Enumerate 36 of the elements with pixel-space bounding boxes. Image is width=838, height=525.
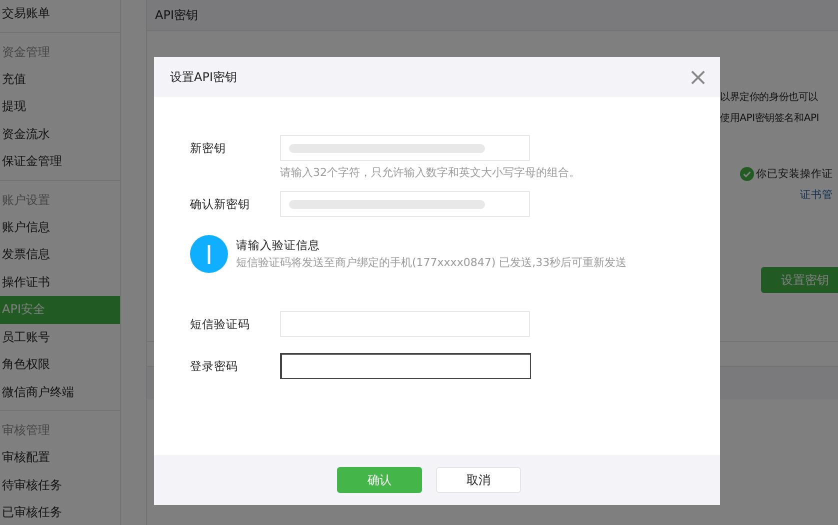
info-icon [190, 235, 228, 273]
field-label: 登录密码 [190, 358, 239, 375]
description-text: 以界定你的身份也可以 [720, 90, 820, 105]
notice-text: 短信验证码将发送至商户绑定的手机(177xxxx0847) 已发送,33秒后可重新发送 [236, 255, 627, 271]
dialog-title: 设置API密钥 [170, 68, 237, 86]
check-icon [740, 167, 754, 181]
field-label: 新密钥 [190, 140, 227, 157]
input-field[interactable] [280, 353, 531, 379]
sidebar-item[interactable]: 待审核任务 [0, 472, 120, 499]
notice-title: 请输入验证信息 [236, 237, 321, 254]
close-button[interactable]: × [688, 65, 708, 89]
section-title: 账户设置 [1, 192, 51, 208]
panel-title: API密钥 [155, 6, 198, 24]
sidebar-item[interactable]: 保证金管理 [0, 148, 120, 176]
sidebar-item[interactable]: 角色权限 [0, 351, 120, 378]
sidebar-item[interactable]: 微信商户终端 [0, 378, 120, 406]
sidebar-item[interactable]: 提现 [0, 93, 120, 120]
confirm-button[interactable]: 确认 [337, 467, 422, 493]
sidebar-item[interactable]: 交易账单 [0, 0, 120, 28]
sidebar-item[interactable]: 操作证书 [0, 268, 120, 296]
sidebar-item[interactable]: 资金流水 [0, 120, 120, 148]
sidebar-item[interactable]: 发票信息 [0, 241, 120, 268]
section-title: 资金管理 [1, 44, 51, 60]
cancel-button[interactable]: 取消 [436, 467, 521, 493]
sidebar-item[interactable]: 账户信息 [0, 214, 120, 241]
certificate-link[interactable]: 证书管 [800, 188, 833, 202]
sidebar-item[interactable]: 员工账号 [0, 324, 120, 351]
sidebar-item[interactable]: 已审核任务 [0, 499, 120, 525]
sidebar-item[interactable]: 充值 [0, 66, 120, 93]
field-label: 短信验证码 [190, 316, 251, 333]
description-text: 使用API密钥签名和API [720, 112, 820, 126]
section-title: 审核管理 [1, 422, 51, 439]
field-label: 确认新密钥 [190, 196, 251, 213]
sidebar-item[interactable]: 审核配置 [0, 444, 120, 472]
hint-text: 请输入32个字符，只允许输入数字和英文大小写字母的组合。 [280, 165, 580, 180]
status-text: 你已安装操作证 [756, 167, 833, 181]
